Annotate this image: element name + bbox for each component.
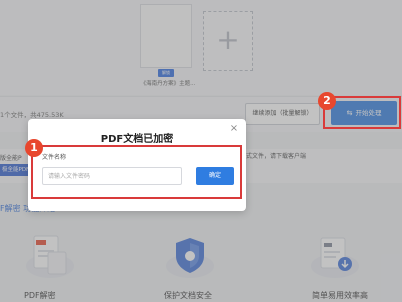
step-marker-1: 1 (25, 139, 43, 157)
dialog-title: PDF文档已加密 (100, 134, 174, 145)
annotation-box-1 (31, 145, 242, 199)
step-marker-2: 2 (318, 92, 336, 110)
close-icon[interactable]: × (228, 123, 240, 135)
